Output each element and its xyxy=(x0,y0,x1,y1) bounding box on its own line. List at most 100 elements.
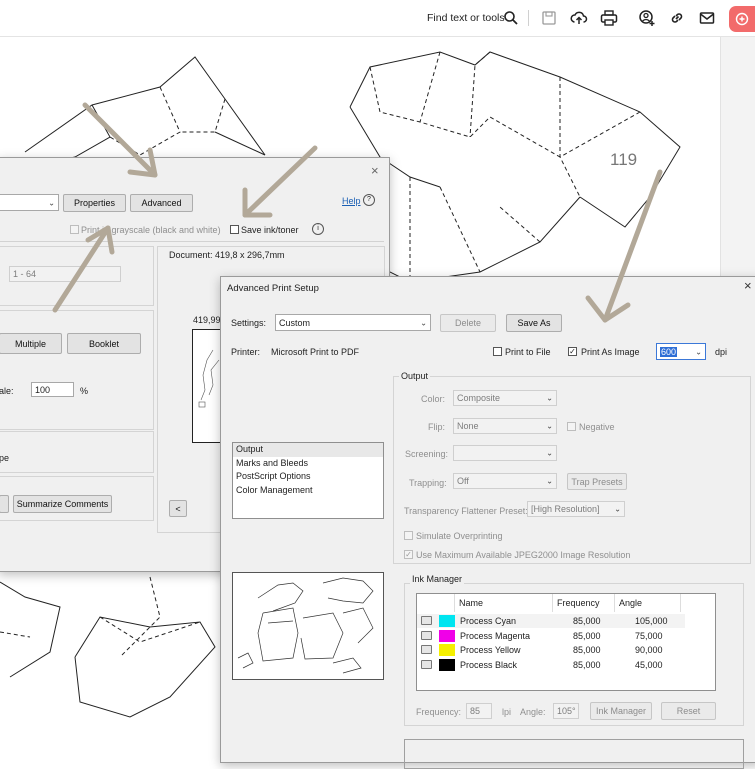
angle-input[interactable]: 105° xyxy=(553,703,579,719)
advanced-button[interactable]: Advanced xyxy=(130,194,193,212)
save-ink-label: Save ink/toner xyxy=(241,225,299,235)
color-label: Color: xyxy=(421,394,446,404)
ink-name: Process Yellow xyxy=(460,645,521,655)
angle-label: Angle: xyxy=(520,707,546,717)
close-icon[interactable]: × xyxy=(371,163,379,178)
ink-table-row[interactable]: Process Black 85,000 45,000 xyxy=(417,658,685,672)
jpeg2000-label: Use Maximum Available JPEG2000 Image Res… xyxy=(416,550,631,560)
grayscale-label: Print in grayscale (black and white) xyxy=(81,225,221,235)
print-to-file-label: Print to File xyxy=(505,347,551,357)
flip-label: Flip: xyxy=(428,422,446,432)
ink-name: Process Cyan xyxy=(460,616,517,626)
ink-table[interactable]: Name Frequency Angle Process Cyan 85,000 1… xyxy=(416,593,716,691)
save-icon[interactable] xyxy=(539,8,559,28)
properties-button[interactable]: Properties xyxy=(63,194,126,212)
pages-range-input[interactable]: 1 - 64 xyxy=(9,266,121,282)
ink-table-row[interactable]: Process Cyan 85,000 105,000 xyxy=(417,614,685,628)
section-item-postscript-options[interactable]: PostScript Options xyxy=(233,470,383,484)
ink-table-row[interactable]: Process Yellow 85,000 90,000 xyxy=(417,643,685,657)
print-preview-thumbnail xyxy=(192,329,222,443)
ink-table-row[interactable]: Process Magenta 85,000 75,000 xyxy=(417,629,685,643)
color-value: Composite xyxy=(457,393,501,403)
jpeg2000-checkbox[interactable]: ✓ xyxy=(404,550,413,559)
top-toolbar: Find text or tools xyxy=(0,0,755,37)
ink-angle: 105,000 xyxy=(635,616,668,626)
toolbar-divider xyxy=(528,10,529,26)
printer-icon[interactable] xyxy=(421,630,432,640)
document-size-label: Document: 419,8 x 296,7mm xyxy=(169,250,285,260)
multiple-button[interactable]: Multiple xyxy=(0,333,62,354)
negative-label: Negative xyxy=(579,422,615,432)
find-tools-label[interactable]: Find text or tools xyxy=(427,12,505,24)
ink-color-swatch xyxy=(439,615,455,627)
upload-icon[interactable] xyxy=(569,8,589,28)
close-icon[interactable]: × xyxy=(744,278,752,293)
color-select[interactable]: Composite ⌄ xyxy=(453,390,557,406)
dialog-title: Advanced Print Setup xyxy=(227,283,319,294)
trapping-select[interactable]: Off ⌄ xyxy=(453,473,557,489)
delete-button[interactable]: Delete xyxy=(440,314,496,332)
print-icon[interactable] xyxy=(599,8,619,28)
settings-label: Settings: xyxy=(231,318,267,328)
page-sizing-panel xyxy=(0,310,154,430)
frequency-label: Frequency: xyxy=(416,707,462,717)
section-list[interactable]: Output Marks and Bleeds PostScript Optio… xyxy=(232,442,384,519)
mail-icon[interactable] xyxy=(697,8,717,28)
flattener-preset-select[interactable]: [High Resolution] ⌄ xyxy=(527,501,625,517)
negative-checkbox[interactable] xyxy=(567,422,576,431)
summarize-comments-button[interactable]: Summarize Comments xyxy=(13,495,112,513)
trapping-label: Trapping: xyxy=(409,478,447,488)
section-item-marks-and-bleeds[interactable]: Marks and Bleeds xyxy=(233,457,383,471)
printer-icon[interactable] xyxy=(421,659,432,669)
reset-button[interactable]: Reset xyxy=(661,702,716,720)
booklet-button[interactable]: Booklet xyxy=(67,333,141,354)
search-icon[interactable] xyxy=(501,8,521,28)
help-icon[interactable]: ? xyxy=(363,194,375,206)
section-item-color-management[interactable]: Color Management xyxy=(233,484,383,498)
help-link[interactable]: Help xyxy=(342,196,361,206)
preview-drawing xyxy=(237,577,374,674)
ink-frequency: 85,000 xyxy=(573,630,601,641)
add-contact-icon[interactable] xyxy=(637,8,657,28)
dpi-value: 600 xyxy=(660,346,678,357)
share-icon[interactable] xyxy=(729,6,755,32)
print-to-file-checkbox[interactable] xyxy=(493,347,502,356)
flattener-preset-value: [High Resolution] xyxy=(531,504,600,514)
ink-name: Process Black xyxy=(460,659,518,670)
settings-select[interactable]: Custom ⌄ xyxy=(275,314,431,331)
ink-color-swatch xyxy=(439,629,455,642)
ink-frequency: 85,000 xyxy=(573,616,601,626)
comments-button[interactable] xyxy=(0,495,9,513)
section-item-output[interactable]: Output xyxy=(233,443,383,457)
print-as-image-checkbox[interactable]: ✓ xyxy=(568,347,577,356)
simulate-overprinting-checkbox[interactable] xyxy=(404,531,413,540)
advanced-print-setup-dialog: Advanced Print Setup × Settings: Custom … xyxy=(220,276,755,769)
printer-icon[interactable] xyxy=(421,616,432,625)
printer-label: Printer: xyxy=(231,347,261,357)
save-ink-checkbox[interactable] xyxy=(230,225,239,234)
save-as-button[interactable]: Save As xyxy=(506,314,562,332)
ink-table-header-frequency[interactable]: Frequency xyxy=(553,594,615,612)
screening-select[interactable]: ⌄ xyxy=(453,445,557,461)
link-icon[interactable] xyxy=(667,8,687,28)
flip-select[interactable]: None ⌄ xyxy=(453,418,557,434)
divider xyxy=(0,241,384,242)
ink-manager-button[interactable]: Ink Manager xyxy=(590,702,652,720)
ink-table-header-angle[interactable]: Angle xyxy=(615,594,681,612)
ink-manager-group-label: Ink Manager xyxy=(410,574,465,584)
dpi-select[interactable]: 600 ⌄ xyxy=(656,343,706,360)
printer-select[interactable]: ⌄ xyxy=(0,194,59,211)
scale-input[interactable]: 100 xyxy=(31,382,74,397)
trap-presets-button[interactable]: Trap Presets xyxy=(567,473,627,490)
info-icon[interactable]: i xyxy=(312,223,324,235)
scale-unit: % xyxy=(80,386,89,396)
output-group-label: Output xyxy=(399,371,431,381)
page-number-label: 119 xyxy=(610,150,638,169)
previous-page-button[interactable]: < xyxy=(169,500,187,517)
dpi-unit: dpi xyxy=(715,347,728,357)
printer-icon[interactable] xyxy=(421,645,432,654)
ink-table-header-name[interactable]: Name xyxy=(455,594,553,612)
frequency-input[interactable]: 85 xyxy=(466,703,492,719)
grayscale-checkbox[interactable] xyxy=(70,225,79,234)
ink-angle: 45,000 xyxy=(635,659,663,670)
